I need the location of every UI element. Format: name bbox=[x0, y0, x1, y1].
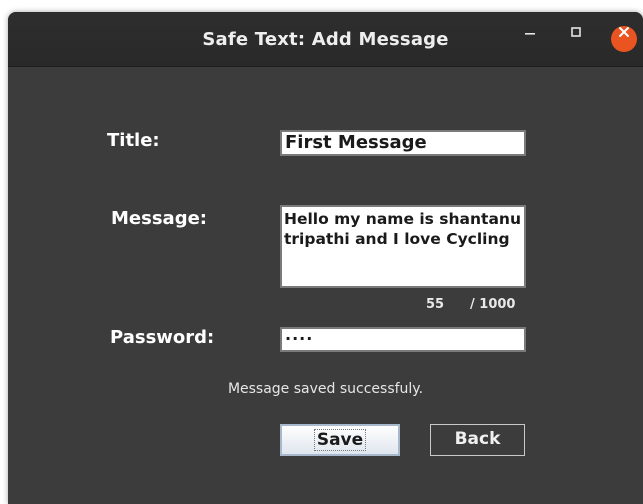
close-icon bbox=[611, 26, 637, 38]
char-limit: / 1000 bbox=[470, 297, 516, 312]
window-title: Safe Text: Add Message bbox=[202, 29, 449, 50]
minimize-icon bbox=[517, 26, 543, 38]
maximize-button[interactable] bbox=[563, 26, 589, 52]
char-count: 55 bbox=[426, 297, 445, 312]
app-window: Safe Text: Add Message Title: First Mess… bbox=[8, 12, 643, 504]
status-message: Message saved successfuly. bbox=[227, 381, 424, 397]
back-button[interactable]: Back bbox=[430, 424, 525, 456]
password-input[interactable]: ···· bbox=[280, 327, 526, 352]
message-textarea[interactable]: Hello my name is shantanu tripathi and I… bbox=[280, 205, 526, 288]
title-label: Title: bbox=[107, 130, 160, 151]
password-label: Password: bbox=[110, 327, 215, 348]
save-button[interactable]: Save bbox=[280, 424, 400, 456]
save-button-label: Save bbox=[313, 429, 367, 451]
message-label: Message: bbox=[111, 208, 207, 229]
maximize-icon bbox=[563, 26, 589, 38]
close-button[interactable] bbox=[611, 26, 637, 52]
minimize-button[interactable] bbox=[517, 26, 543, 52]
title-bar[interactable]: Safe Text: Add Message bbox=[8, 12, 643, 67]
title-input[interactable]: First Message bbox=[280, 130, 526, 156]
